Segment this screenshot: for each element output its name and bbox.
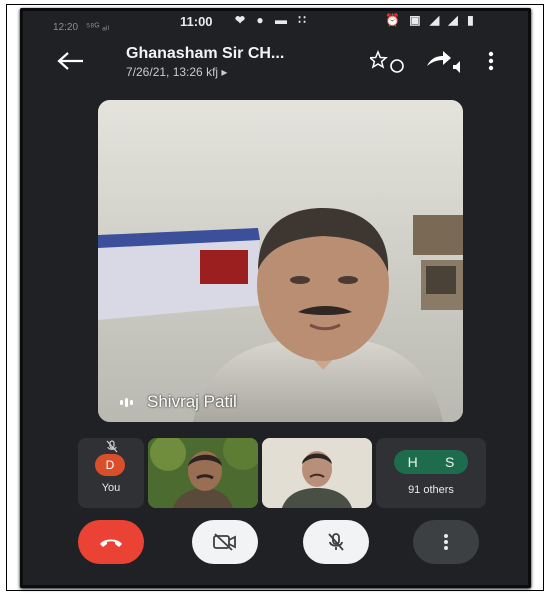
others-tile[interactable]: H S 91 others — [376, 438, 486, 508]
switch-camera-icon[interactable] — [370, 50, 410, 74]
forward-audio-icon[interactable] — [425, 50, 465, 74]
status-time: 11:00 — [180, 14, 213, 29]
participant-video-frame — [262, 438, 372, 508]
self-tile[interactable]: D You — [78, 438, 144, 508]
more-vertical-icon — [444, 534, 448, 550]
mic-toggle-button[interactable] — [303, 520, 369, 564]
call-controls — [20, 518, 531, 568]
audio-level-icon — [120, 397, 133, 407]
participant-video-frame — [148, 438, 258, 508]
camera-toggle-button[interactable] — [192, 520, 258, 564]
others-initial-2: S — [445, 454, 455, 470]
self-avatar: D — [95, 454, 125, 476]
back-arrow-icon[interactable] — [56, 50, 86, 72]
participant-tile-video[interactable] — [262, 438, 372, 508]
participant-tile-video[interactable] — [148, 438, 258, 508]
more-call-options-button[interactable] — [413, 520, 479, 564]
speaker-name: Shivraj Patil — [147, 392, 237, 411]
phone-screen: 12:20 ⁵⁸ᴳ ₐₗₗ 11:00 ❤ ● ▬ ∷ ⏰ ▣ ◢ ◢ ▮ Gh… — [20, 8, 531, 588]
speaker-video-frame — [98, 100, 463, 422]
meeting-title: Ghanasham Sir CH... — [126, 45, 285, 62]
status-bar: 12:20 ⁵⁸ᴳ ₐₗₗ 11:00 ❤ ● ▬ ∷ ⏰ ▣ ◢ ◢ ▮ — [20, 8, 531, 36]
others-count-label: 91 others — [408, 484, 454, 496]
background-status-time: 12:20 — [53, 22, 79, 33]
system-status-icons: ⏰ ▣ ◢ ◢ ▮ — [385, 13, 477, 27]
meeting-subtitle: 7/26/21, 13:26 kfj ▸ — [126, 65, 228, 79]
self-label: You — [101, 482, 121, 494]
more-options-icon[interactable] — [486, 50, 496, 72]
hang-up-icon — [100, 539, 122, 547]
notification-icons: ❤ ● ▬ ∷ — [235, 13, 310, 27]
end-call-button[interactable] — [78, 520, 144, 564]
main-speaker-video[interactable]: Shivraj Patil — [98, 100, 463, 422]
call-header: Ghanasham Sir CH... 7/26/21, 13:26 kfj ▸ — [20, 36, 531, 86]
mic-off-icon — [106, 440, 118, 453]
mic-off-icon — [328, 533, 344, 551]
speaker-name-tag: Shivraj Patil — [120, 392, 237, 412]
others-avatar-badge: H S — [394, 450, 468, 474]
others-initial-1: H — [407, 454, 418, 470]
background-signal: ⁵⁸ᴳ ₐₗₗ — [86, 22, 110, 33]
camera-off-icon — [213, 533, 236, 551]
